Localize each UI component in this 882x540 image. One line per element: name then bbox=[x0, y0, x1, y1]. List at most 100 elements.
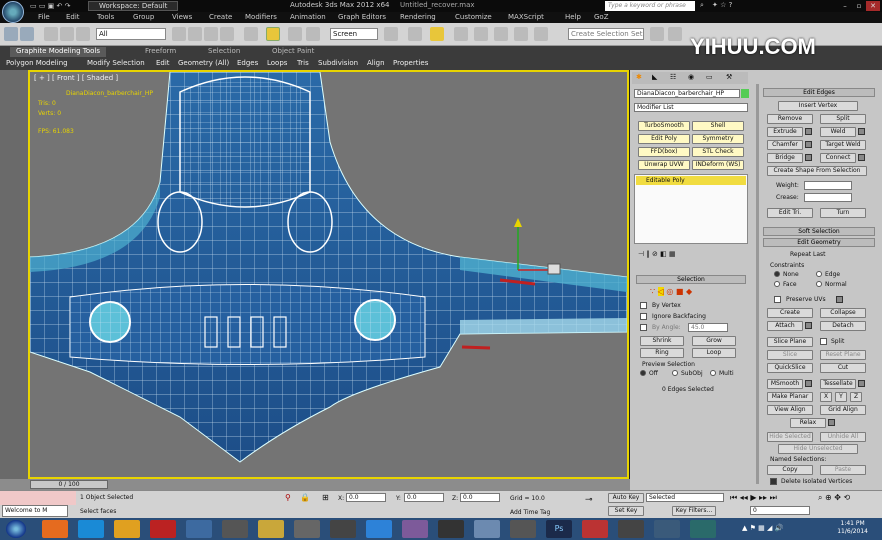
ribbon-loops[interactable]: Loops bbox=[267, 59, 287, 67]
maxscript-listener[interactable] bbox=[0, 491, 76, 505]
ie-icon[interactable] bbox=[78, 520, 104, 538]
app-icon-16[interactable] bbox=[582, 520, 608, 538]
ribbon-align[interactable]: Align bbox=[367, 59, 385, 67]
tab-object-paint[interactable]: Object Paint bbox=[272, 47, 314, 57]
object-color-swatch[interactable] bbox=[741, 89, 749, 98]
edit-edges-rollout-header[interactable]: Edit Edges bbox=[763, 88, 875, 97]
ribbon-edges[interactable]: Edges bbox=[237, 59, 258, 67]
quickslice-button[interactable]: QuickSlice bbox=[767, 363, 813, 373]
motion-tab-icon[interactable]: ◉ bbox=[688, 73, 694, 81]
constraint-normal-radio[interactable] bbox=[816, 281, 822, 287]
dropbox-icon[interactable] bbox=[366, 520, 392, 538]
front-viewport[interactable]: [ + ] [ Front ] [ Shaded ] DianaDiacon_b… bbox=[28, 70, 629, 479]
unwrap-uvw-button[interactable]: Unwrap UVW bbox=[638, 160, 690, 170]
connect-settings-icon[interactable] bbox=[858, 154, 865, 161]
select-manipulate-icon[interactable] bbox=[408, 27, 422, 41]
modifier-list-dropdown[interactable]: Modifier List bbox=[634, 103, 748, 112]
key-set-dropdown[interactable]: Selected bbox=[646, 493, 724, 502]
search-icon[interactable]: ⌕ bbox=[700, 1, 704, 10]
planar-y-button[interactable]: Y bbox=[835, 392, 847, 402]
snaps-toggle-icon[interactable] bbox=[454, 27, 468, 41]
chamfer-button[interactable]: Chamfer bbox=[767, 140, 803, 150]
extrude-button[interactable]: Extrude bbox=[767, 127, 803, 137]
isolate-selection-icon[interactable]: ⚲ bbox=[285, 493, 291, 502]
shrink-button[interactable]: Shrink bbox=[640, 336, 684, 346]
ffd-box-button[interactable]: FFD(box) bbox=[638, 147, 690, 157]
tab-graphite-modeling-tools[interactable]: Graphite Modeling Tools bbox=[10, 47, 107, 57]
hide-unselected-button[interactable]: Hide Unselected bbox=[778, 444, 858, 454]
close-icon[interactable]: ✕ bbox=[866, 1, 880, 11]
app-icon-13[interactable] bbox=[474, 520, 500, 538]
help-icons[interactable]: ✦ ☆ ? bbox=[712, 1, 732, 9]
preserve-uvs-settings-icon[interactable] bbox=[836, 296, 843, 303]
app-icon-11[interactable] bbox=[402, 520, 428, 538]
select-scale-icon[interactable] bbox=[306, 27, 320, 41]
indeform-button[interactable]: INDeform (WS) bbox=[692, 160, 744, 170]
tab-freeform[interactable]: Freeform bbox=[145, 47, 176, 57]
y-coord-input[interactable]: 0.0 bbox=[404, 493, 444, 502]
minimize-icon[interactable]: – bbox=[838, 1, 852, 11]
search-input[interactable]: Type a keyword or phrase bbox=[605, 1, 695, 11]
stack-item-editable-poly[interactable]: Editable Poly bbox=[636, 176, 746, 185]
attach-button[interactable]: Attach bbox=[767, 321, 803, 331]
edit-named-selection-icon[interactable] bbox=[534, 27, 548, 41]
weld-settings-icon[interactable] bbox=[858, 128, 865, 135]
edit-tri-button[interactable]: Edit Tri. bbox=[767, 208, 813, 218]
object-name-field[interactable]: DianaDiacon_barberchair_HP bbox=[634, 89, 740, 98]
relax-button[interactable]: Relax bbox=[790, 418, 826, 428]
by-angle-checkbox[interactable] bbox=[640, 324, 647, 331]
menu-group[interactable]: Group bbox=[133, 13, 154, 21]
paste-button[interactable]: Paste bbox=[820, 465, 866, 475]
spinner-snap-icon[interactable] bbox=[514, 27, 528, 41]
system-clock[interactable]: 1:41 PM 11/6/2014 bbox=[837, 520, 868, 536]
symmetry-button[interactable]: Symmetry bbox=[692, 134, 744, 144]
menu-help[interactable]: Help bbox=[565, 13, 581, 21]
app-icon-12[interactable] bbox=[438, 520, 464, 538]
ribbon-modify-selection[interactable]: Modify Selection bbox=[87, 59, 145, 67]
insert-vertex-button[interactable]: Insert Vertex bbox=[778, 101, 858, 111]
loop-button[interactable]: Loop bbox=[692, 348, 736, 358]
menu-customize[interactable]: Customize bbox=[455, 13, 492, 21]
view-align-button[interactable]: View Align bbox=[767, 405, 813, 415]
ignore-backfacing-checkbox[interactable] bbox=[640, 313, 647, 320]
turn-button[interactable]: Turn bbox=[820, 208, 866, 218]
tessellate-button[interactable]: Tessellate bbox=[820, 379, 856, 389]
weight-input[interactable] bbox=[804, 181, 852, 190]
menu-goz[interactable]: GoZ bbox=[594, 13, 609, 21]
reset-plane-button[interactable]: Reset Plane bbox=[820, 350, 866, 360]
percent-snap-icon[interactable] bbox=[494, 27, 508, 41]
select-by-name-icon[interactable] bbox=[188, 27, 202, 41]
time-slider-thumb[interactable]: 0 / 100 bbox=[30, 480, 108, 489]
select-rotate-icon[interactable] bbox=[288, 27, 302, 41]
time-slider[interactable]: 0 / 100 bbox=[0, 479, 630, 490]
maximize-icon[interactable]: ▫ bbox=[852, 1, 866, 11]
msmooth-button[interactable]: MSmooth bbox=[767, 379, 803, 389]
ribbon-tris[interactable]: Tris bbox=[297, 59, 309, 67]
menu-animation[interactable]: Animation bbox=[290, 13, 326, 21]
grid-align-button[interactable]: Grid Align bbox=[820, 405, 866, 415]
mirror-icon[interactable] bbox=[650, 27, 664, 41]
named-selection-set-input[interactable]: Create Selection Set bbox=[568, 28, 644, 40]
tessellate-settings-icon[interactable] bbox=[858, 380, 865, 387]
menu-views[interactable]: Views bbox=[172, 13, 192, 21]
ribbon-edit[interactable]: Edit bbox=[156, 59, 170, 67]
z-coord-input[interactable]: 0.0 bbox=[460, 493, 500, 502]
chamfer-settings-icon[interactable] bbox=[805, 141, 812, 148]
keyboard-shortcut-override-icon[interactable] bbox=[430, 27, 444, 41]
folder-icon[interactable] bbox=[258, 520, 284, 538]
app-icon-9[interactable] bbox=[330, 520, 356, 538]
viewport-label[interactable]: [ + ] [ Front ] [ Shaded ] bbox=[34, 74, 118, 82]
reference-coordinate-dropdown[interactable]: Screen bbox=[330, 28, 378, 40]
copy-button[interactable]: Copy bbox=[767, 465, 813, 475]
cut-button[interactable]: Cut bbox=[820, 363, 866, 373]
pivot-center-icon[interactable] bbox=[384, 27, 398, 41]
viewport-navigation-icons[interactable]: ⌕ ⊕ ✥ ⟲ bbox=[818, 493, 850, 503]
app-icon-6[interactable] bbox=[222, 520, 248, 538]
select-link-icon[interactable] bbox=[44, 27, 58, 41]
create-button[interactable]: Create bbox=[767, 308, 813, 318]
ribbon-properties[interactable]: Properties bbox=[393, 59, 428, 67]
angle-snap-icon[interactable] bbox=[474, 27, 488, 41]
current-frame-input[interactable]: 0 bbox=[750, 506, 810, 515]
preview-subobj-radio[interactable] bbox=[672, 370, 678, 376]
menu-maxscript[interactable]: MAXScript bbox=[508, 13, 544, 21]
